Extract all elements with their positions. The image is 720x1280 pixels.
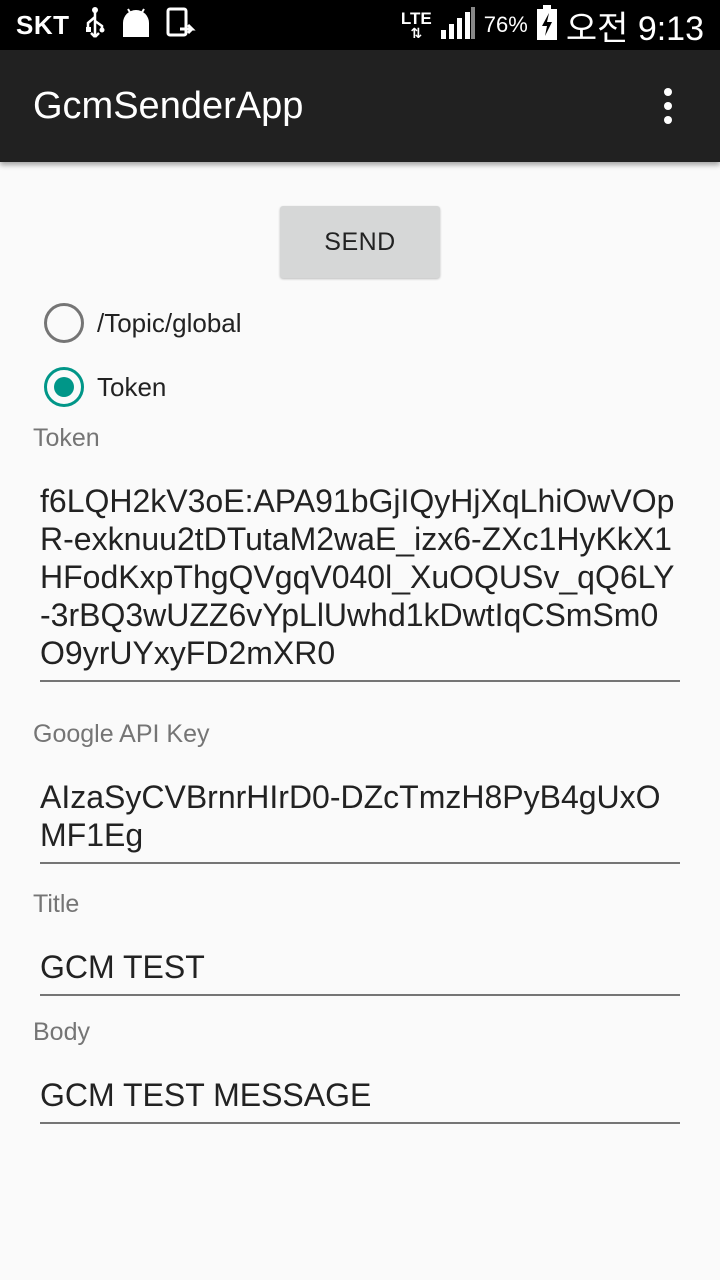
app-title: GcmSenderApp — [33, 84, 304, 127]
radio-label-topic: /Topic/global — [97, 307, 242, 338]
radio-topic-global[interactable]: /Topic/global — [44, 301, 242, 345]
api-key-input[interactable]: AIzaSyCVBrnrHIrD0-DZcTmzH8PyB4gUxOMF1Eg — [40, 778, 680, 864]
usb-icon — [84, 6, 106, 44]
body-input[interactable]: GCM TEST MESSAGE — [40, 1076, 680, 1124]
carrier-name: SKT — [16, 9, 70, 40]
token-input[interactable]: f6LQH2kV3oE:APA91bGjIQyHjXqLhiOwVOpR-exk… — [40, 482, 680, 682]
send-button[interactable]: SEND — [280, 206, 440, 278]
android-icon — [120, 7, 152, 44]
token-label: Token — [33, 424, 100, 452]
radio-token[interactable]: Token — [44, 365, 166, 409]
network-type: LTE ⇅ — [400, 9, 432, 41]
clock: 오전 9:13 — [565, 9, 704, 48]
battery-charging-icon — [536, 4, 558, 46]
radio-checked-icon[interactable] — [44, 367, 84, 407]
signal-icon — [440, 6, 476, 45]
battery-percent: 76% — [483, 12, 528, 37]
api-key-label: Google API Key — [33, 720, 210, 748]
more-vert-icon[interactable] — [636, 82, 700, 130]
title-label: Title — [33, 890, 80, 918]
body-label: Body — [33, 1018, 90, 1046]
radio-unchecked-icon[interactable] — [44, 303, 84, 343]
app-bar: GcmSenderApp — [0, 50, 720, 162]
screenshot-icon — [166, 7, 196, 44]
radio-label-token: Token — [97, 371, 167, 402]
status-bar: SKT LTE ⇅ 76% 오전 9:13 — [0, 0, 720, 50]
title-input[interactable]: GCM TEST — [40, 948, 680, 996]
